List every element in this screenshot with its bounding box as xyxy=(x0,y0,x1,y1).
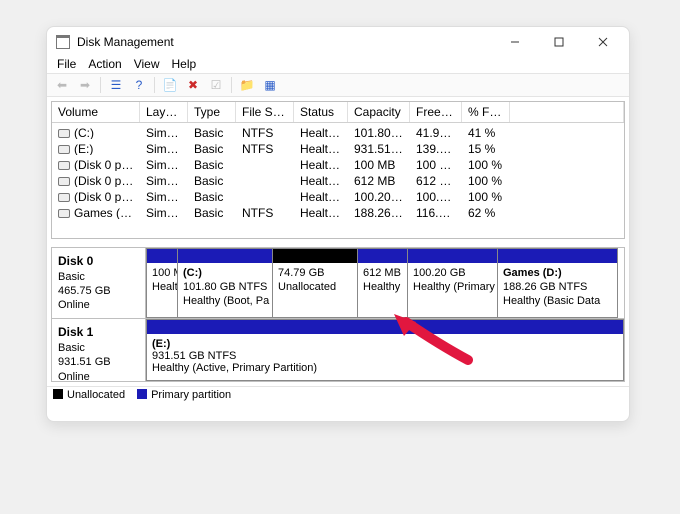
disk-map: Disk 0 Basic 465.75 GB Online 100 MHealt… xyxy=(51,247,625,382)
col-capacity[interactable]: Capacity xyxy=(348,102,410,122)
column-headers: Volume Layout Type File System Status Ca… xyxy=(52,102,624,123)
disk0-size: 465.75 GB xyxy=(58,285,111,297)
disk1-stripe xyxy=(147,320,623,334)
toolbar: ⬅ ➡ ☰ ? 📄 ✖ ☑ 📁 ▦ xyxy=(47,73,629,97)
menu-view[interactable]: View xyxy=(134,57,160,71)
table-row[interactable]: Games (D:)SimpleBasicNTFSHealthy ...188.… xyxy=(52,203,624,219)
legend-unallocated: Unallocated xyxy=(67,389,125,401)
menu-action[interactable]: Action xyxy=(88,57,121,71)
minimize-button[interactable] xyxy=(493,27,537,57)
disk1-header: Disk 1 Basic 931.51 GB Online xyxy=(52,319,146,381)
disk1-size: 931.51 GB xyxy=(58,356,111,368)
titlebar[interactable]: Disk Management xyxy=(47,27,629,57)
legend-primary: Primary partition xyxy=(151,389,231,401)
disk0-state: Online xyxy=(58,299,90,311)
table-row[interactable]: (Disk 0 partitio...SimpleBasicHealthy ..… xyxy=(52,155,624,171)
disk0-type: Basic xyxy=(58,271,85,283)
close-button[interactable] xyxy=(581,27,625,57)
disk1-label: (E:) xyxy=(152,338,170,350)
help-button[interactable]: ? xyxy=(128,75,150,95)
col-blank xyxy=(510,102,624,122)
disk1-type: Basic xyxy=(58,342,85,354)
col-free[interactable]: Free S... xyxy=(410,102,462,122)
maximize-button[interactable] xyxy=(537,27,581,57)
refresh-button[interactable]: ☰ xyxy=(105,75,127,95)
action1-button[interactable]: 📄 xyxy=(159,75,181,95)
window-title: Disk Management xyxy=(77,35,493,49)
disk1-sub: 931.51 GB NTFS xyxy=(152,350,236,362)
disk-management-window: Disk Management File Action View Help ⬅ … xyxy=(46,26,630,422)
menubar: File Action View Help xyxy=(47,57,629,73)
col-type[interactable]: Type xyxy=(188,102,236,122)
col-volume[interactable]: Volume xyxy=(52,102,140,122)
table-row[interactable]: (C:)SimpleBasicNTFSHealthy ...101.80 GB4… xyxy=(52,123,624,139)
partition-primary[interactable]: 100 MHealt xyxy=(146,248,178,318)
partition-primary[interactable]: 612 MBHealthy xyxy=(358,248,408,318)
partition-primary[interactable]: 100.20 GBHealthy (Primary xyxy=(408,248,498,318)
action2-button[interactable]: ☑ xyxy=(205,75,227,95)
back-button[interactable]: ⬅ xyxy=(51,75,73,95)
menu-help[interactable]: Help xyxy=(172,57,197,71)
action4-button[interactable]: ▦ xyxy=(259,75,281,95)
forward-button[interactable]: ➡ xyxy=(74,75,96,95)
disk0-name: Disk 0 xyxy=(58,254,93,268)
table-row[interactable]: (Disk 0 partitio...SimpleBasicHealthy ..… xyxy=(52,187,624,203)
disk1-sub2: Healthy (Active, Primary Partition) xyxy=(152,362,317,374)
swatch-primary xyxy=(137,389,147,399)
volume-list[interactable]: Volume Layout Type File System Status Ca… xyxy=(51,101,625,239)
col-layout[interactable]: Layout xyxy=(140,102,188,122)
col-pfree[interactable]: % Free xyxy=(462,102,510,122)
app-icon xyxy=(55,34,71,50)
disk1-name: Disk 1 xyxy=(58,325,93,339)
col-filesystem[interactable]: File System xyxy=(236,102,294,122)
partition-primary[interactable]: Games (D:)188.26 GB NTFSHealthy (Basic D… xyxy=(498,248,618,318)
col-status[interactable]: Status xyxy=(294,102,348,122)
table-row[interactable]: (Disk 0 partitio...SimpleBasicHealthy ..… xyxy=(52,171,624,187)
menu-file[interactable]: File xyxy=(57,57,76,71)
delete-button[interactable]: ✖ xyxy=(182,75,204,95)
action3-button[interactable]: 📁 xyxy=(236,75,258,95)
table-row[interactable]: (E:)SimpleBasicNTFSHealthy ...931.51 GB1… xyxy=(52,139,624,155)
partition-unallocated[interactable]: 74.79 GBUnallocated xyxy=(273,248,358,318)
disk1[interactable]: Disk 1 Basic 931.51 GB Online (E:) 931.5… xyxy=(52,319,624,381)
disk1-partition[interactable]: (E:) 931.51 GB NTFS Healthy (Active, Pri… xyxy=(146,319,624,381)
partition-primary[interactable]: (C:)101.80 GB NTFSHealthy (Boot, Pa xyxy=(178,248,273,318)
swatch-unallocated xyxy=(53,389,63,399)
legend: Unallocated Primary partition xyxy=(47,386,629,403)
disk0[interactable]: Disk 0 Basic 465.75 GB Online 100 MHealt… xyxy=(52,248,624,319)
disk1-state: Online xyxy=(58,371,90,383)
disk0-header: Disk 0 Basic 465.75 GB Online xyxy=(52,248,146,318)
